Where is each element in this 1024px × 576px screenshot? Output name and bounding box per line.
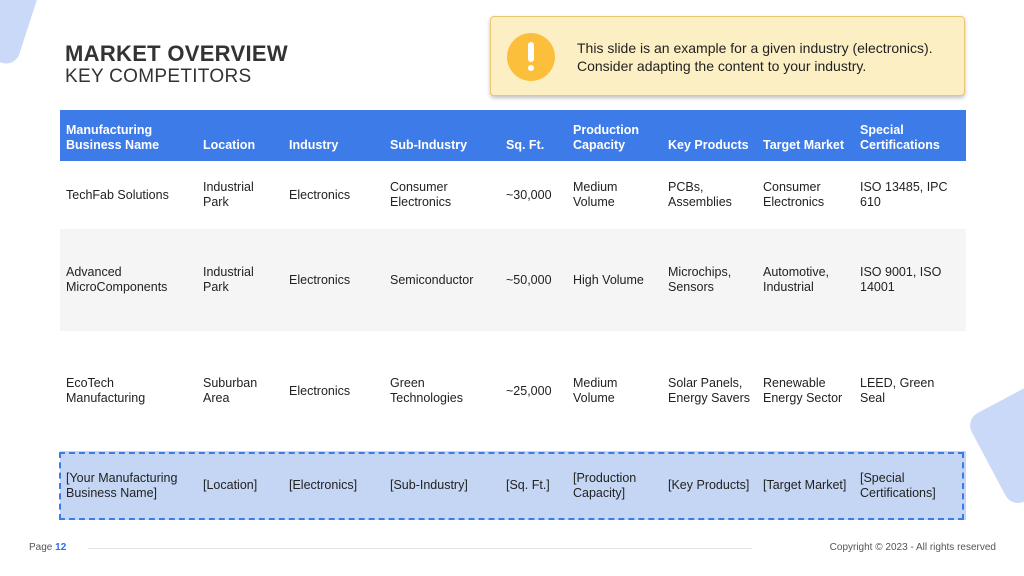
- table-cell: Industrial Park: [197, 161, 283, 229]
- table-cell: [Your Manufacturing Business Name]: [60, 451, 197, 520]
- table-cell: Consumer Electronics: [384, 161, 500, 229]
- table-cell: High Volume: [567, 229, 662, 331]
- table-cell: ~50,000: [500, 229, 567, 331]
- your-business-row: [Your Manufacturing Business Name] [Loca…: [60, 451, 966, 520]
- page-indicator: Page 12: [29, 542, 66, 553]
- column-header: Location: [197, 110, 283, 161]
- table-cell: Renewable Energy Sector: [757, 331, 854, 451]
- column-header: Production Capacity: [567, 110, 662, 161]
- decorative-shape-top-left: [0, 0, 46, 68]
- table-cell: ~30,000: [500, 161, 567, 229]
- table-cell: [Sq. Ft.]: [500, 451, 567, 520]
- note-callout: This slide is an example for a given ind…: [490, 16, 965, 96]
- table-row: EcoTech Manufacturing Suburban Area Elec…: [60, 331, 966, 451]
- table-cell: Electronics: [283, 161, 384, 229]
- column-header: Industry: [283, 110, 384, 161]
- table-cell: Microchips, Sensors: [662, 229, 757, 331]
- table-cell: Medium Volume: [567, 161, 662, 229]
- table-cell: [Sub-Industry]: [384, 451, 500, 520]
- table-row: Advanced MicroComponents Industrial Park…: [60, 229, 966, 331]
- table-cell: ~25,000: [500, 331, 567, 451]
- copyright-text: Copyright © 2023 - All rights reserved: [829, 542, 996, 553]
- column-header: Manufacturing Business Name: [60, 110, 197, 161]
- note-text: This slide is an example for a given ind…: [577, 39, 962, 75]
- note-line-1: This slide is an example for a given ind…: [577, 40, 933, 56]
- column-header: Sq. Ft.: [500, 110, 567, 161]
- exclamation-icon: [507, 33, 555, 81]
- table-cell: [Production Capacity]: [567, 451, 662, 520]
- table-cell: EcoTech Manufacturing: [60, 331, 197, 451]
- note-line-2: Consider adapting the content to your in…: [577, 58, 867, 74]
- column-header: Key Products: [662, 110, 757, 161]
- decorative-shape-bottom-right: [965, 382, 1024, 508]
- page-label: Page: [29, 542, 53, 553]
- table-cell: Medium Volume: [567, 331, 662, 451]
- slide-subtitle: KEY COMPETITORS: [65, 66, 252, 87]
- footer-divider: [88, 548, 752, 549]
- table-cell: Consumer Electronics: [757, 161, 854, 229]
- table-cell: Automotive, Industrial: [757, 229, 854, 331]
- table-cell: Solar Panels, Energy Savers: [662, 331, 757, 451]
- table-cell: Green Technologies: [384, 331, 500, 451]
- table-cell: Suburban Area: [197, 331, 283, 451]
- table-cell: [Electronics]: [283, 451, 384, 520]
- column-header: Sub-Industry: [384, 110, 500, 161]
- table-cell: Advanced MicroComponents: [60, 229, 197, 331]
- slide-title: MARKET OVERVIEW: [65, 41, 288, 66]
- column-header: Target Market: [757, 110, 854, 161]
- table-cell: Electronics: [283, 229, 384, 331]
- table-cell: LEED, Green Seal: [854, 331, 966, 451]
- table-cell: ISO 13485, IPC 610: [854, 161, 966, 229]
- table-cell: [Target Market]: [757, 451, 854, 520]
- table-cell: [Location]: [197, 451, 283, 520]
- competitors-table: Manufacturing Business Name Location Ind…: [60, 110, 966, 520]
- table-row: TechFab Solutions Industrial Park Electr…: [60, 161, 966, 229]
- table-cell: [Special Certifications]: [854, 451, 966, 520]
- table-cell: PCBs, Assemblies: [662, 161, 757, 229]
- table-cell: Electronics: [283, 331, 384, 451]
- table-cell: [Key Products]: [662, 451, 757, 520]
- table-cell: Semiconductor: [384, 229, 500, 331]
- table-cell: ISO 9001, ISO 14001: [854, 229, 966, 331]
- table-header-row: Manufacturing Business Name Location Ind…: [60, 110, 966, 161]
- table-cell: Industrial Park: [197, 229, 283, 331]
- table-cell: TechFab Solutions: [60, 161, 197, 229]
- page-number: 12: [55, 542, 67, 553]
- column-header: Special Certifications: [854, 110, 966, 161]
- slide-title-block: MARKET OVERVIEW KEY COMPETITORS: [65, 42, 288, 88]
